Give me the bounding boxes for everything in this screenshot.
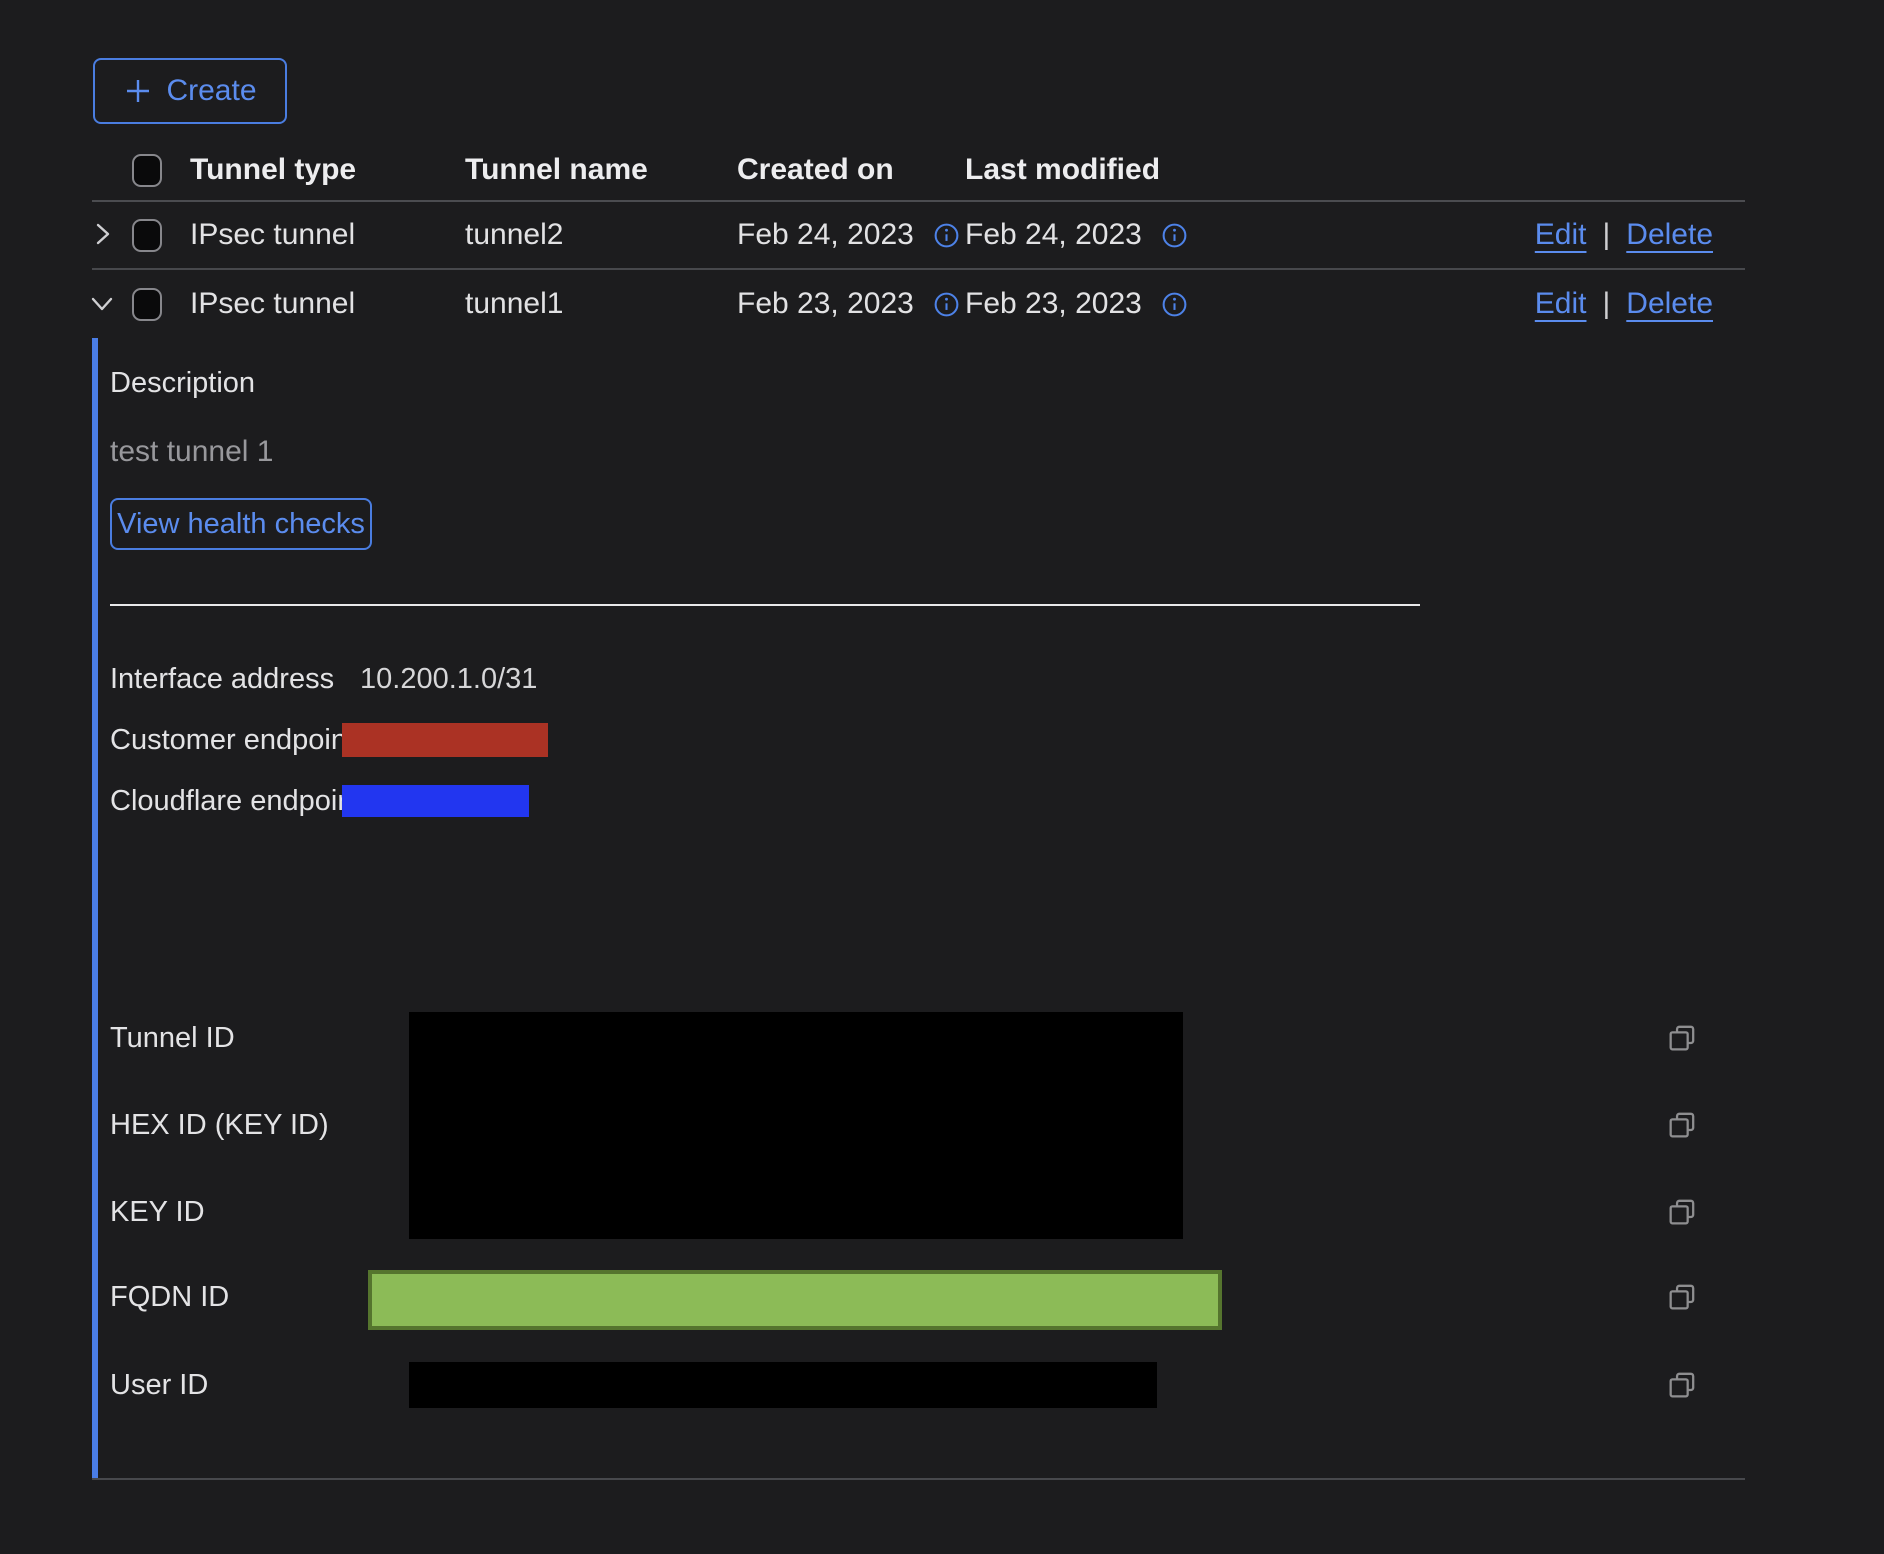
interface-address-label: Interface address xyxy=(110,662,334,696)
delete-link[interactable]: Delete xyxy=(1626,287,1713,321)
created-on-cell: Feb 23, 2023 xyxy=(737,287,914,321)
hex-id-label: HEX ID (KEY ID) xyxy=(110,1108,329,1142)
customer-endpoint-label: Customer endpoint xyxy=(110,723,355,757)
description-value: test tunnel 1 xyxy=(110,435,273,469)
column-header-last-modified: Last modified xyxy=(965,153,1195,187)
tunnel-name-cell: tunnel2 xyxy=(465,218,737,252)
description-label: Description xyxy=(110,366,255,400)
delete-link[interactable]: Delete xyxy=(1626,218,1713,252)
key-id-label: KEY ID xyxy=(110,1195,205,1229)
collapse-row-button[interactable] xyxy=(86,287,118,322)
chevron-down-icon xyxy=(86,287,118,322)
table-row: IPsec tunnel tunnel2 Feb 24, 2023 Feb 24… xyxy=(92,202,1745,270)
copy-icon[interactable] xyxy=(1665,1021,1699,1055)
interface-address-value: 10.200.1.0/31 xyxy=(360,662,537,696)
column-header-tunnel-type: Tunnel type xyxy=(190,153,465,187)
actions-separator: | xyxy=(1602,218,1610,252)
plus-icon xyxy=(123,76,153,106)
user-id-label: User ID xyxy=(110,1368,208,1402)
copy-icon[interactable] xyxy=(1665,1368,1699,1402)
ipsec-tunnels-page: Create Tunnel type Tunnel name Created o… xyxy=(0,0,1884,1554)
user-id-redaction xyxy=(409,1362,1157,1408)
create-tunnel-button[interactable]: Create xyxy=(93,58,287,124)
created-on-cell: Feb 24, 2023 xyxy=(737,218,914,252)
info-icon[interactable] xyxy=(1160,221,1189,250)
copy-icon[interactable] xyxy=(1665,1280,1699,1314)
fqdn-id-label: FQDN ID xyxy=(110,1280,229,1314)
create-button-label: Create xyxy=(166,74,256,108)
select-all-checkbox[interactable] xyxy=(132,154,162,187)
expanded-row-accent-bar xyxy=(92,338,98,1478)
info-icon[interactable] xyxy=(1160,290,1189,319)
tunnel-type-cell: IPsec tunnel xyxy=(190,218,465,252)
cloudflare-endpoint-label: Cloudflare endpoint xyxy=(110,784,362,818)
info-icon[interactable] xyxy=(932,221,961,250)
tunnel-type-cell: IPsec tunnel xyxy=(190,287,465,321)
tunnel-details-panel: Description test tunnel 1 View health ch… xyxy=(92,338,1745,1480)
tunnels-table: Tunnel type Tunnel name Created on Last … xyxy=(92,140,1745,338)
table-row: IPsec tunnel tunnel1 Feb 23, 2023 Feb 23… xyxy=(92,270,1745,338)
actions-separator: | xyxy=(1602,287,1610,321)
view-health-checks-button[interactable]: View health checks xyxy=(110,498,372,550)
row-checkbox[interactable] xyxy=(132,288,162,321)
customer-endpoint-redaction xyxy=(342,723,548,757)
fqdn-id-redaction xyxy=(368,1270,1222,1330)
last-modified-cell: Feb 24, 2023 xyxy=(965,218,1142,252)
last-modified-cell: Feb 23, 2023 xyxy=(965,287,1142,321)
column-header-tunnel-name: Tunnel name xyxy=(465,153,737,187)
edit-link[interactable]: Edit xyxy=(1535,287,1587,321)
table-header-row: Tunnel type Tunnel name Created on Last … xyxy=(92,140,1745,202)
tunnel-ids-redaction xyxy=(409,1012,1183,1239)
edit-link[interactable]: Edit xyxy=(1535,218,1587,252)
expand-row-button[interactable] xyxy=(86,218,118,253)
info-icon[interactable] xyxy=(932,290,961,319)
section-divider xyxy=(110,604,1420,606)
copy-icon[interactable] xyxy=(1665,1108,1699,1142)
tunnel-id-label: Tunnel ID xyxy=(110,1021,235,1055)
row-checkbox[interactable] xyxy=(132,219,162,252)
cloudflare-endpoint-redaction xyxy=(342,785,529,817)
copy-icon[interactable] xyxy=(1665,1195,1699,1229)
column-header-created-on: Created on xyxy=(737,153,965,187)
chevron-right-icon xyxy=(86,218,118,253)
tunnel-name-cell: tunnel1 xyxy=(465,287,737,321)
